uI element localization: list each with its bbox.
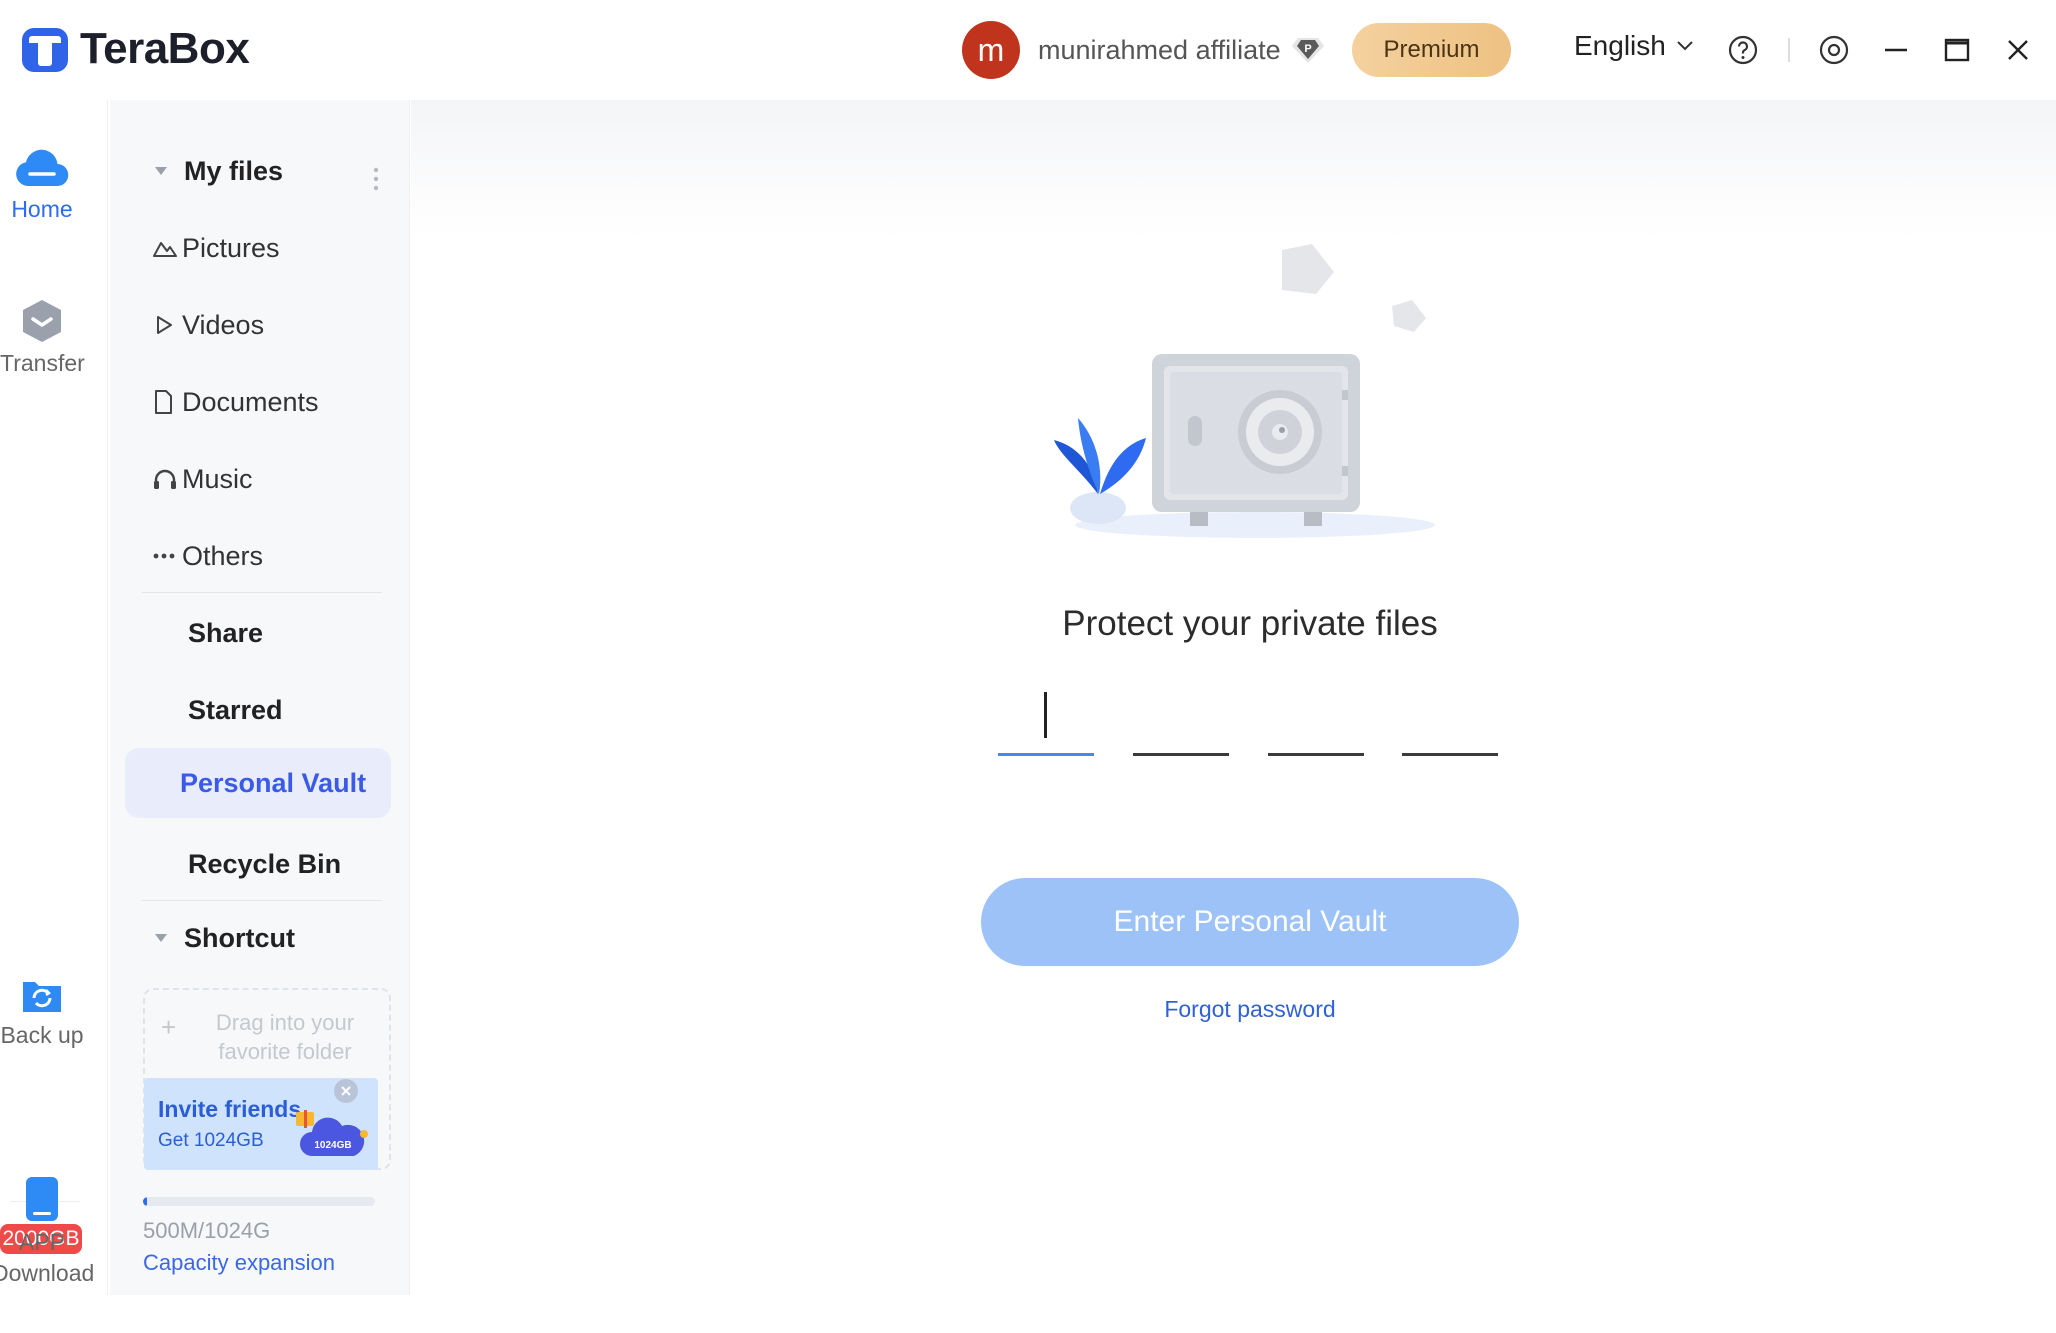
plus-icon: + — [161, 1012, 177, 1042]
more-options-icon[interactable] — [373, 167, 379, 191]
rail-app-label-1: APP — [18, 1229, 66, 1255]
capacity-fill — [143, 1197, 147, 1206]
rail-home[interactable]: Home — [0, 144, 84, 223]
minimize-icon[interactable] — [1876, 30, 1916, 70]
pin-digit-4[interactable] — [1402, 684, 1498, 756]
sidebar-item-label: Documents — [182, 386, 319, 417]
language-label: English — [1574, 30, 1666, 61]
app-logo: TeraBox — [20, 24, 250, 74]
sidebar-item-label: Share — [188, 617, 264, 648]
shortcut-placeholder: Drag into your favorite folder — [215, 1010, 355, 1064]
rail-backup-label: Back up — [0, 1022, 84, 1048]
premium-button[interactable]: Premium — [1352, 23, 1511, 77]
more-icon — [152, 552, 182, 560]
rail-backup[interactable]: Back up — [0, 974, 84, 1049]
shortcut-label: Shortcut — [184, 922, 295, 953]
sidebar-divider — [142, 900, 382, 901]
sidebar-item-documents[interactable]: Documents — [152, 373, 392, 431]
rail-app-download[interactable]: APP Download — [0, 1175, 94, 1287]
rail-home-label: Home — [11, 196, 73, 222]
invite-close-icon[interactable] — [334, 1079, 358, 1103]
sidebar-item-label: Pictures — [182, 232, 280, 263]
pin-digit-3[interactable] — [1268, 684, 1364, 756]
rail-transfer-label: Transfer — [0, 350, 85, 376]
sidebar-item-recycle-bin[interactable]: Recycle Bin — [188, 835, 428, 893]
my-files-section[interactable]: My files — [154, 142, 394, 200]
chevron-down-icon — [1677, 41, 1693, 51]
vault-safe-illustration — [1054, 244, 1435, 538]
sidebar-item-label: Music — [182, 463, 253, 494]
backup-icon — [0, 974, 84, 1016]
document-icon — [152, 389, 182, 415]
invite-cloud-label: 1024GB — [314, 1140, 351, 1151]
text-caret — [1044, 692, 1047, 738]
play-icon — [152, 313, 182, 337]
side-nav: My files Pictures Videos Documents Music… — [110, 100, 410, 1295]
vault-title: Protect your private files — [1062, 604, 1438, 643]
capacity-bar — [143, 1197, 375, 1206]
forgot-password-link[interactable]: Forgot password — [1100, 996, 1400, 1023]
sidebar-item-starred[interactable]: Starred — [188, 681, 428, 739]
title-bar: TeraBox m munirahmed affiliate P Premium… — [0, 0, 2056, 100]
cloud-gift-icon: 1024GB — [296, 1110, 368, 1156]
shortcut-section[interactable]: Shortcut — [154, 909, 394, 967]
avatar[interactable]: m — [962, 21, 1020, 79]
header-divider — [1788, 38, 1790, 62]
caret-down-icon — [154, 166, 184, 176]
sidebar-divider — [142, 592, 382, 593]
sidebar-item-share[interactable]: Share — [188, 604, 428, 662]
username[interactable]: munirahmed affiliate — [1038, 35, 1281, 66]
sidebar-item-label: Recycle Bin — [188, 848, 342, 879]
language-selector[interactable]: English — [1574, 30, 1694, 62]
rail-app-label-2: Download — [0, 1260, 95, 1286]
sidebar-item-label: Personal Vault — [180, 767, 367, 798]
headphones-icon — [152, 467, 182, 491]
p-badge-icon: P — [1291, 35, 1325, 65]
svg-text:P: P — [1304, 43, 1311, 55]
sidebar-item-videos[interactable]: Videos — [152, 296, 392, 354]
sidebar-item-others[interactable]: Others — [152, 527, 392, 585]
home-cloud-icon — [0, 144, 84, 190]
phone-icon — [0, 1175, 84, 1223]
user-menu[interactable]: m munirahmed affiliate P — [962, 21, 1325, 79]
left-rail: Home Transfer Back up 2000GB APP Downloa… — [0, 100, 108, 1295]
app-name: TeraBox — [80, 24, 250, 73]
sidebar-item-pictures[interactable]: Pictures — [152, 219, 392, 277]
invite-subtitle: Get 1024GB — [158, 1130, 264, 1151]
maximize-icon[interactable] — [1937, 30, 1977, 70]
close-icon[interactable] — [1998, 30, 2038, 70]
my-files-label: My files — [184, 155, 284, 186]
pin-digit-1[interactable] — [998, 684, 1094, 756]
help-icon[interactable] — [1723, 30, 1763, 70]
rail-transfer[interactable]: Transfer — [0, 298, 85, 377]
caret-down-icon — [154, 933, 184, 943]
enter-personal-vault-button[interactable]: Enter Personal Vault — [981, 878, 1519, 966]
picture-icon — [152, 238, 182, 258]
sidebar-item-label: Others — [182, 540, 264, 571]
sidebar-item-label: Videos — [182, 309, 265, 340]
invite-title: Invite friends — [158, 1096, 302, 1122]
capacity-text: 500M/1024G — [143, 1218, 271, 1243]
settings-icon[interactable] — [1814, 30, 1854, 70]
capacity-expansion-link[interactable]: Capacity expansion — [143, 1250, 335, 1276]
terabox-logo-icon — [22, 28, 68, 72]
sidebar-item-label: Starred — [188, 694, 283, 725]
sidebar-item-personal-vault[interactable]: Personal Vault — [125, 748, 391, 818]
transfer-icon — [0, 298, 84, 344]
sidebar-item-music[interactable]: Music — [152, 450, 392, 508]
pin-digit-2[interactable] — [1133, 684, 1229, 756]
